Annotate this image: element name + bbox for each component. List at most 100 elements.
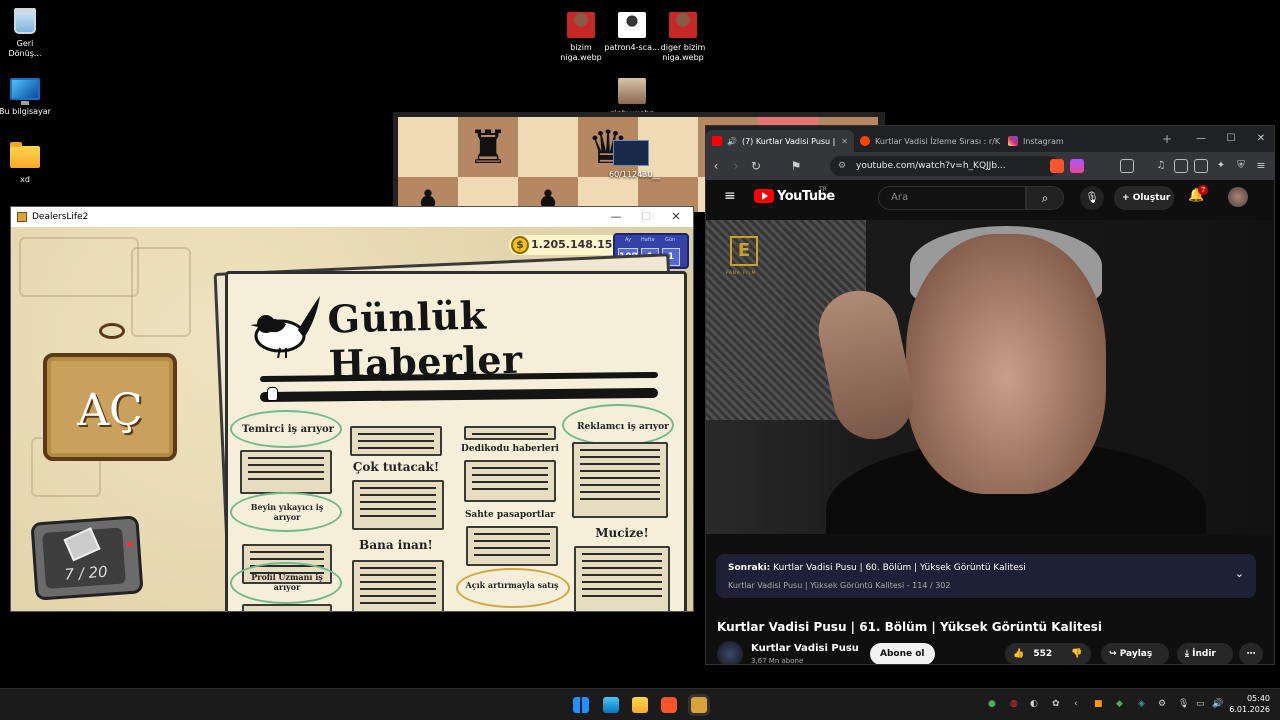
thumb-down-icon[interactable]: 👎 [1071,649,1082,659]
desktop-icon-diger-bizim[interactable]: diger bizim niga.webp [648,10,718,63]
vpn-icon[interactable]: ⛨ [1234,159,1248,173]
start-icon[interactable] [573,697,589,713]
close-tab-icon[interactable]: ✕ [841,137,848,146]
browser-window[interactable]: 🔊 (7) Kurtlar Vadisi Pusu | ✕ Kurtlar Va… [705,125,1275,665]
ad-card[interactable] [350,426,442,456]
sign-string [99,323,125,339]
maximize-button[interactable]: ☐ [1216,126,1246,152]
magpie-logo-icon [250,296,320,359]
headline-sahte-pasaport[interactable]: Sahte pasaportlar [458,510,562,520]
sidebar-icon[interactable] [1174,159,1188,173]
search-button[interactable]: ⌕ [1026,186,1064,210]
ad-card[interactable] [466,526,558,566]
next-up-panel[interactable]: Sonraki: Kurtlar Vadisi Pusu | 60. Bölüm… [716,554,1256,598]
headline-bana-inan[interactable]: Bana inan! [346,538,446,552]
channel-name[interactable]: Kurtlar Vadisi Pusu [751,643,859,654]
ad-card[interactable] [352,480,444,530]
wallet-icon[interactable] [1194,159,1208,173]
tray-icon[interactable]: ◍ [1010,699,1018,709]
widgets-icon[interactable] [603,697,619,713]
coin-icon: $ [511,236,529,254]
hamburger-menu-icon[interactable]: ≡ [724,188,736,204]
close-button[interactable]: ✕ [661,207,691,227]
audio-icon[interactable]: 🔊 [727,137,737,146]
ad-card[interactable] [464,460,556,502]
desktop-icon-this-pc[interactable]: Bu bilgisayar [0,74,60,117]
next-up-title[interactable]: Kurtlar Vadisi Pusu | 60. Bölüm | Yüksek… [773,563,1026,573]
game-area[interactable]: $ 1.205.148.157 Ay Hafta Gün 108 1 1 AÇ … [11,227,693,611]
microphone-icon[interactable]: 🎙 [1178,699,1189,709]
bookmark-icon[interactable]: ⚑ [786,159,806,173]
chevron-left-icon[interactable]: ‹ [1074,699,1078,709]
youtube-header: ≡ YouTube TR Ara ⌕ 🎙 + Oluştur 🔔 7 [706,180,1274,214]
more-options-icon[interactable]: ⋯ [1239,643,1263,664]
tab-strip: 🔊 (7) Kurtlar Vadisi Pusu | ✕ Kurtlar Va… [706,126,1274,152]
tray-icon[interactable]: ■ [1094,699,1103,709]
music-icon[interactable]: ♫ [1154,159,1168,173]
open-shop-sign[interactable]: AÇ [43,353,177,461]
tab-reddit[interactable]: Kurtlar Vadisi İzleme Sırası : r/K [854,130,1002,152]
tray-icon[interactable]: ◈ [1138,699,1145,709]
new-tab-icon[interactable]: + [1162,132,1172,146]
gold-circle-mark [456,568,570,608]
network-icon[interactable]: ▭ [1196,699,1205,709]
chess-rook-icon[interactable]: ♜ [458,117,518,177]
tray-icon[interactable]: ⚙ [1158,699,1166,709]
forward-icon[interactable]: › [726,159,746,173]
desktop-icon-recycle-bin[interactable]: Geri Dönüş... [0,6,60,59]
volume-icon[interactable]: 🔊 [1212,699,1223,709]
mic-icon[interactable]: 🎙 [1080,186,1104,210]
tab-youtube[interactable]: 🔊 (7) Kurtlar Vadisi Pusu | ✕ [706,130,854,152]
newspaper[interactable]: Günlük Haberler Temirci iş arıyor Beyin … [225,271,687,611]
headline-dedikodu[interactable]: Dedikodu haberleri [458,444,562,454]
menu-icon[interactable]: ≡ [1254,159,1268,173]
minimize-button[interactable]: — [1186,126,1216,152]
subscribe-button[interactable]: Abone ol [870,643,935,664]
ad-card[interactable] [240,450,332,494]
subscriber-count: 3,67 Mn abone [751,657,804,665]
minimize-button[interactable]: — [601,207,631,227]
desktop-overlay-file[interactable] [613,140,649,166]
headline-cok-tutacak[interactable]: Çok tutacak! [346,460,446,474]
avatar[interactable] [1228,187,1248,207]
create-button[interactable]: + Oluştur [1114,186,1174,210]
headline-mucize[interactable]: Mucize! [572,526,672,540]
reload-icon[interactable]: ↻ [746,159,766,173]
dealerslife-taskbar-icon[interactable] [691,697,707,713]
ai-icon[interactable]: ✦ [1214,159,1228,173]
download-button[interactable]: ⤓ İndir [1177,643,1233,664]
youtube-logo-icon[interactable] [754,189,774,203]
rewards-icon[interactable] [1070,159,1084,173]
system-clock[interactable]: 05:40 6.01.2026 [1229,693,1270,715]
brave-shield-icon[interactable] [1050,159,1064,173]
video-player[interactable]: E PANA FILM [706,220,1274,534]
like-button[interactable]: 👍 552 👎 [1005,643,1091,664]
ad-card[interactable] [574,546,670,611]
channel-avatar[interactable] [717,641,743,664]
site-info-icon[interactable]: ⚙ [838,156,846,176]
ad-card[interactable] [242,604,332,611]
close-button[interactable]: ✕ [1246,126,1274,152]
maximize-button[interactable]: ☐ [631,207,661,227]
back-icon[interactable]: ‹ [706,159,726,173]
desktop-icon-xd-folder[interactable]: xd [0,142,60,185]
tab-instagram[interactable]: Instagram [1002,130,1150,152]
url-field[interactable]: ⚙ youtube.com/watch?v=h_KQJJb... [830,156,1060,176]
chevron-down-icon[interactable]: ⌄ [1235,567,1244,580]
ad-card[interactable] [572,442,668,518]
search-input[interactable]: Ara [878,186,1026,210]
ad-card[interactable] [464,426,556,440]
tray-icon[interactable]: ✿ [1052,699,1060,709]
ad-card[interactable] [352,560,444,611]
file-explorer-icon[interactable] [632,697,648,713]
dealerslife-window[interactable]: DealersLife2 — ☐ ✕ $ 1.205.148.157 Ay Ha… [10,206,694,612]
tray-icon[interactable]: ◆ [1116,699,1123,709]
brave-browser-icon[interactable] [661,697,677,713]
clock-date: 6.01.2026 [1229,705,1270,714]
share-button[interactable]: ↪ Paylaş [1101,643,1169,664]
media-icon[interactable] [1120,159,1134,173]
tray-icon[interactable]: ● [988,699,996,709]
window-titlebar[interactable]: DealersLife2 [11,207,693,227]
search-icon: ⌕ [1041,191,1049,205]
steam-icon[interactable]: ◐ [1030,699,1038,709]
